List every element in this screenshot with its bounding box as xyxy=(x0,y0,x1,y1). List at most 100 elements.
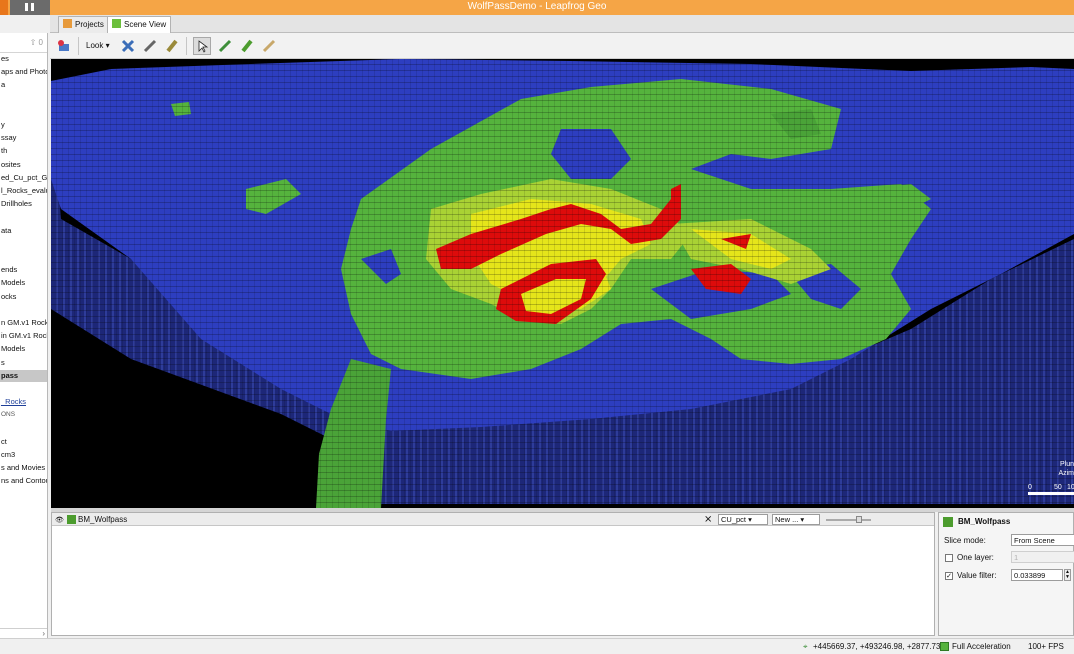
shape-list-row[interactable]: 👁 BM_Wolfpass ⨯ CU_pct ▾ New ... ▾ xyxy=(52,513,934,526)
window-title: WolfPassDemo - Leapfrog Geo xyxy=(467,1,607,12)
tree-item[interactable]: ed_Cu_pct_Gro xyxy=(0,172,47,184)
value-filter-value: 0.033899 xyxy=(1014,571,1046,580)
plunge-label: Plun xyxy=(1059,461,1074,468)
tab-label: Scene View xyxy=(124,20,167,29)
tree-item[interactable] xyxy=(0,238,47,250)
tree-item[interactable] xyxy=(0,383,47,395)
tree-item[interactable]: ocks xyxy=(0,291,47,303)
tab-scene-view[interactable]: Scene View xyxy=(107,16,172,33)
azimuth-label: Azim xyxy=(1058,470,1074,477)
tree-item[interactable]: ends xyxy=(0,264,47,276)
one-layer-label: One layer: xyxy=(957,553,994,562)
value-filter-input[interactable]: 0.033899 xyxy=(1011,569,1063,581)
one-layer-checkbox[interactable] xyxy=(945,554,953,562)
ruler-button[interactable] xyxy=(260,37,278,55)
tab-projects[interactable]: Projects xyxy=(58,16,109,33)
scene-toolbar: Look ▾ xyxy=(50,33,1074,59)
block-model-icon xyxy=(943,517,953,527)
tree-item[interactable]: ata xyxy=(0,225,47,237)
up-count: 0 xyxy=(38,38,43,47)
block-model-render[interactable] xyxy=(51,59,1074,508)
select-tool-button[interactable] xyxy=(193,37,211,55)
green-pencil-icon xyxy=(218,39,232,53)
scene-view-3d[interactable]: Plun Azim 0 50 10 xyxy=(51,59,1074,508)
scale-label-50: 50 xyxy=(1054,484,1062,491)
tree-item[interactable]: pass xyxy=(0,369,47,382)
points-icon xyxy=(166,39,178,53)
draw-points-button[interactable] xyxy=(163,37,181,55)
tree-item[interactable] xyxy=(0,304,47,316)
cursor-arrow-icon xyxy=(198,40,209,53)
tree-item[interactable]: y xyxy=(0,119,47,131)
slice-mode-label: Slice mode: xyxy=(944,536,986,545)
tree-scrollbar[interactable]: › xyxy=(0,628,47,638)
cursor-coordinates: +445669.37, +493246.98, +2877.73 xyxy=(813,642,941,651)
project-tree-header: ⇧ 0 xyxy=(0,33,47,53)
tree-item[interactable]: ct xyxy=(0,436,47,448)
tree-item[interactable]: in GM.v1 Rock xyxy=(0,330,47,342)
tree-item[interactable]: l_Rocks_evalu xyxy=(0,185,47,197)
tree-item[interactable]: th xyxy=(0,145,47,157)
tree-item[interactable]: Models xyxy=(0,343,47,355)
look-menu[interactable]: Look ▾ xyxy=(86,41,110,50)
column-select[interactable]: CU_pct ▾ xyxy=(718,514,768,525)
cross-drill-icon xyxy=(121,39,135,53)
draw-structure-button[interactable] xyxy=(216,37,234,55)
value-filter-checkbox[interactable]: ✓ xyxy=(945,572,953,580)
remove-icon[interactable]: ⨯ xyxy=(704,514,712,525)
tree-item[interactable]: aps and Photos xyxy=(0,66,47,78)
slider-handle[interactable] xyxy=(856,516,862,523)
tree-item[interactable]: _Rocks xyxy=(0,396,47,408)
transparency-slider[interactable] xyxy=(826,519,871,521)
tree-item[interactable] xyxy=(0,423,47,435)
tree-item[interactable]: Drillholes xyxy=(0,198,47,210)
draw-lines-button[interactable] xyxy=(119,37,137,55)
eye-icon[interactable]: 👁 xyxy=(55,516,64,524)
toolbar-separator xyxy=(186,37,187,55)
draw-polyline-button[interactable] xyxy=(141,37,159,55)
link-camera-icon xyxy=(58,40,69,51)
tree-item[interactable] xyxy=(0,211,47,223)
tree-item[interactable]: s xyxy=(0,357,47,369)
draw-surface-button[interactable] xyxy=(238,37,256,55)
fps-readout: 100+ FPS xyxy=(1028,642,1064,651)
tree-item[interactable] xyxy=(0,251,47,263)
scale-label-100: 10 xyxy=(1067,484,1074,491)
status-bar: ⌖ +445669.37, +493246.98, +2877.73 Full … xyxy=(0,638,1074,654)
tree-item[interactable]: es xyxy=(0,53,47,65)
surface-icon xyxy=(241,39,253,53)
tree-item[interactable]: osites xyxy=(0,159,47,171)
ruler-icon xyxy=(262,39,276,53)
value-filter-spinner[interactable]: ▲ ▼ xyxy=(1064,569,1071,581)
look-label: Look xyxy=(86,41,104,50)
colormap-select-value: New ... xyxy=(775,515,799,524)
scroll-right-icon[interactable]: › xyxy=(42,629,45,638)
colormap-select[interactable]: New ... ▾ xyxy=(772,514,820,525)
tab-label: Projects xyxy=(75,20,104,29)
value-filter-label: Value filter: xyxy=(957,571,997,580)
block-model-icon xyxy=(67,515,76,524)
one-layer-input[interactable]: 1 xyxy=(1011,551,1074,563)
tree-item[interactable]: n GM.v1 Rocks xyxy=(0,317,47,329)
slice-mode-value: From Scene xyxy=(1014,536,1055,545)
tree-item[interactable]: Models xyxy=(0,277,47,289)
up-arrow-icon[interactable]: ⇧ 0 xyxy=(30,38,43,47)
link-camera-button[interactable] xyxy=(55,37,73,55)
pencil-icon xyxy=(143,39,157,53)
tree-item[interactable] xyxy=(0,106,47,118)
one-layer-value: 1 xyxy=(1014,553,1019,562)
chevron-down-icon: ▾ xyxy=(105,41,110,50)
tree-item[interactable]: cm3 xyxy=(0,449,47,461)
properties-panel: BM_Wolfpass Slice mode: From Scene One l… xyxy=(938,512,1074,636)
acceleration-icon xyxy=(940,642,949,651)
tree-item[interactable]: ONS xyxy=(0,409,47,421)
tree-item[interactable]: ssay xyxy=(0,132,47,144)
tree-item[interactable]: s and Movies xyxy=(0,462,47,474)
slice-mode-select[interactable]: From Scene xyxy=(1011,534,1074,546)
tree-item[interactable]: ns and Contou xyxy=(0,475,47,487)
column-select-value: CU_pct xyxy=(721,515,747,524)
tree-item[interactable]: a xyxy=(0,79,47,91)
tree-item[interactable] xyxy=(0,93,47,105)
scale-bar: 0 50 10 xyxy=(1014,484,1074,500)
object-name: BM_Wolfpass xyxy=(78,515,128,524)
